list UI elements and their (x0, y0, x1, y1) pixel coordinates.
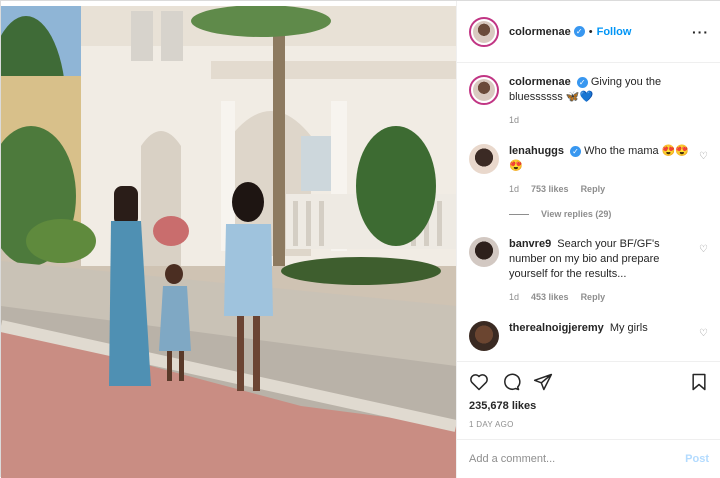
like-heart-icon[interactable]: ♡ (699, 245, 709, 255)
view-replies-button[interactable]: View replies (29) (509, 209, 709, 219)
verified-badge-icon: ✓ (570, 145, 582, 157)
like-count[interactable]: 235,678 likes (469, 400, 709, 412)
avatar[interactable] (469, 321, 499, 351)
caption-comment: colormenae ✓ Giving you the bluessssss 🦋💙… (469, 75, 709, 128)
verified-badge-icon: ✓ (573, 26, 585, 37)
comments-list: colormenae ✓ Giving you the bluessssss 🦋💙… (457, 63, 720, 361)
avatar[interactable] (469, 144, 499, 174)
instagram-post-window: colormenae ✓ • Follow ··· colormenae ✓ Gi… (0, 0, 720, 478)
verified-badge-icon: ✓ (576, 76, 588, 88)
post-photo[interactable] (1, 6, 456, 478)
action-bar: 235,678 likes 1 DAY AGO (457, 361, 720, 441)
comment-username[interactable]: colormenae (509, 76, 571, 88)
comment-time: 1d (509, 292, 520, 302)
comment-item: lenahuggs ✓ Who the mama 😍😍😍 1d 753 likes… (469, 144, 709, 197)
comment-input[interactable] (469, 453, 686, 465)
share-icon[interactable] (533, 372, 553, 392)
comment-composer: Post (457, 439, 720, 478)
view-replies-label: View replies (29) (541, 209, 612, 219)
divider (509, 213, 529, 215)
reply-button[interactable]: Reply (581, 182, 606, 197)
avatar[interactable] (469, 237, 499, 267)
comment-likes[interactable]: 753 likes (531, 182, 569, 197)
like-heart-icon[interactable]: ♡ (699, 152, 709, 162)
comment-item: banvre9 Search your BF/GF's number on my… (469, 237, 709, 305)
comment-username[interactable]: therealnoigjeremy (509, 322, 604, 334)
post-date: 1 DAY AGO (469, 420, 514, 429)
post-sidebar: colormenae ✓ • Follow ··· colormenae ✓ Gi… (456, 1, 720, 478)
comment-item: therealnoigjeremy My girls ♡ (469, 321, 709, 351)
comment-time: 1d (509, 184, 520, 194)
comment-likes[interactable]: 453 likes (531, 290, 569, 305)
bookmark-icon[interactable] (689, 372, 709, 392)
like-heart-icon[interactable]: ♡ (699, 329, 709, 339)
more-options-icon[interactable]: ··· (692, 24, 709, 40)
comment-icon[interactable] (501, 372, 521, 392)
comment-username[interactable]: banvre9 (509, 238, 551, 250)
author-username[interactable]: colormenae (509, 26, 571, 38)
comment-text: My girls (609, 322, 648, 334)
comment-username[interactable]: lenahuggs (509, 145, 564, 157)
reply-button[interactable]: Reply (581, 290, 606, 305)
follow-button[interactable]: Follow (597, 26, 632, 38)
post-button[interactable]: Post (685, 453, 709, 465)
author-avatar[interactable] (469, 75, 499, 105)
author-avatar[interactable] (469, 16, 499, 47)
heart-icon[interactable] (469, 372, 489, 392)
post-header: colormenae ✓ • Follow ··· (457, 1, 720, 63)
comment-time: 1d (509, 115, 520, 125)
family-photo (1, 6, 456, 478)
separator-dot: • (588, 25, 593, 38)
